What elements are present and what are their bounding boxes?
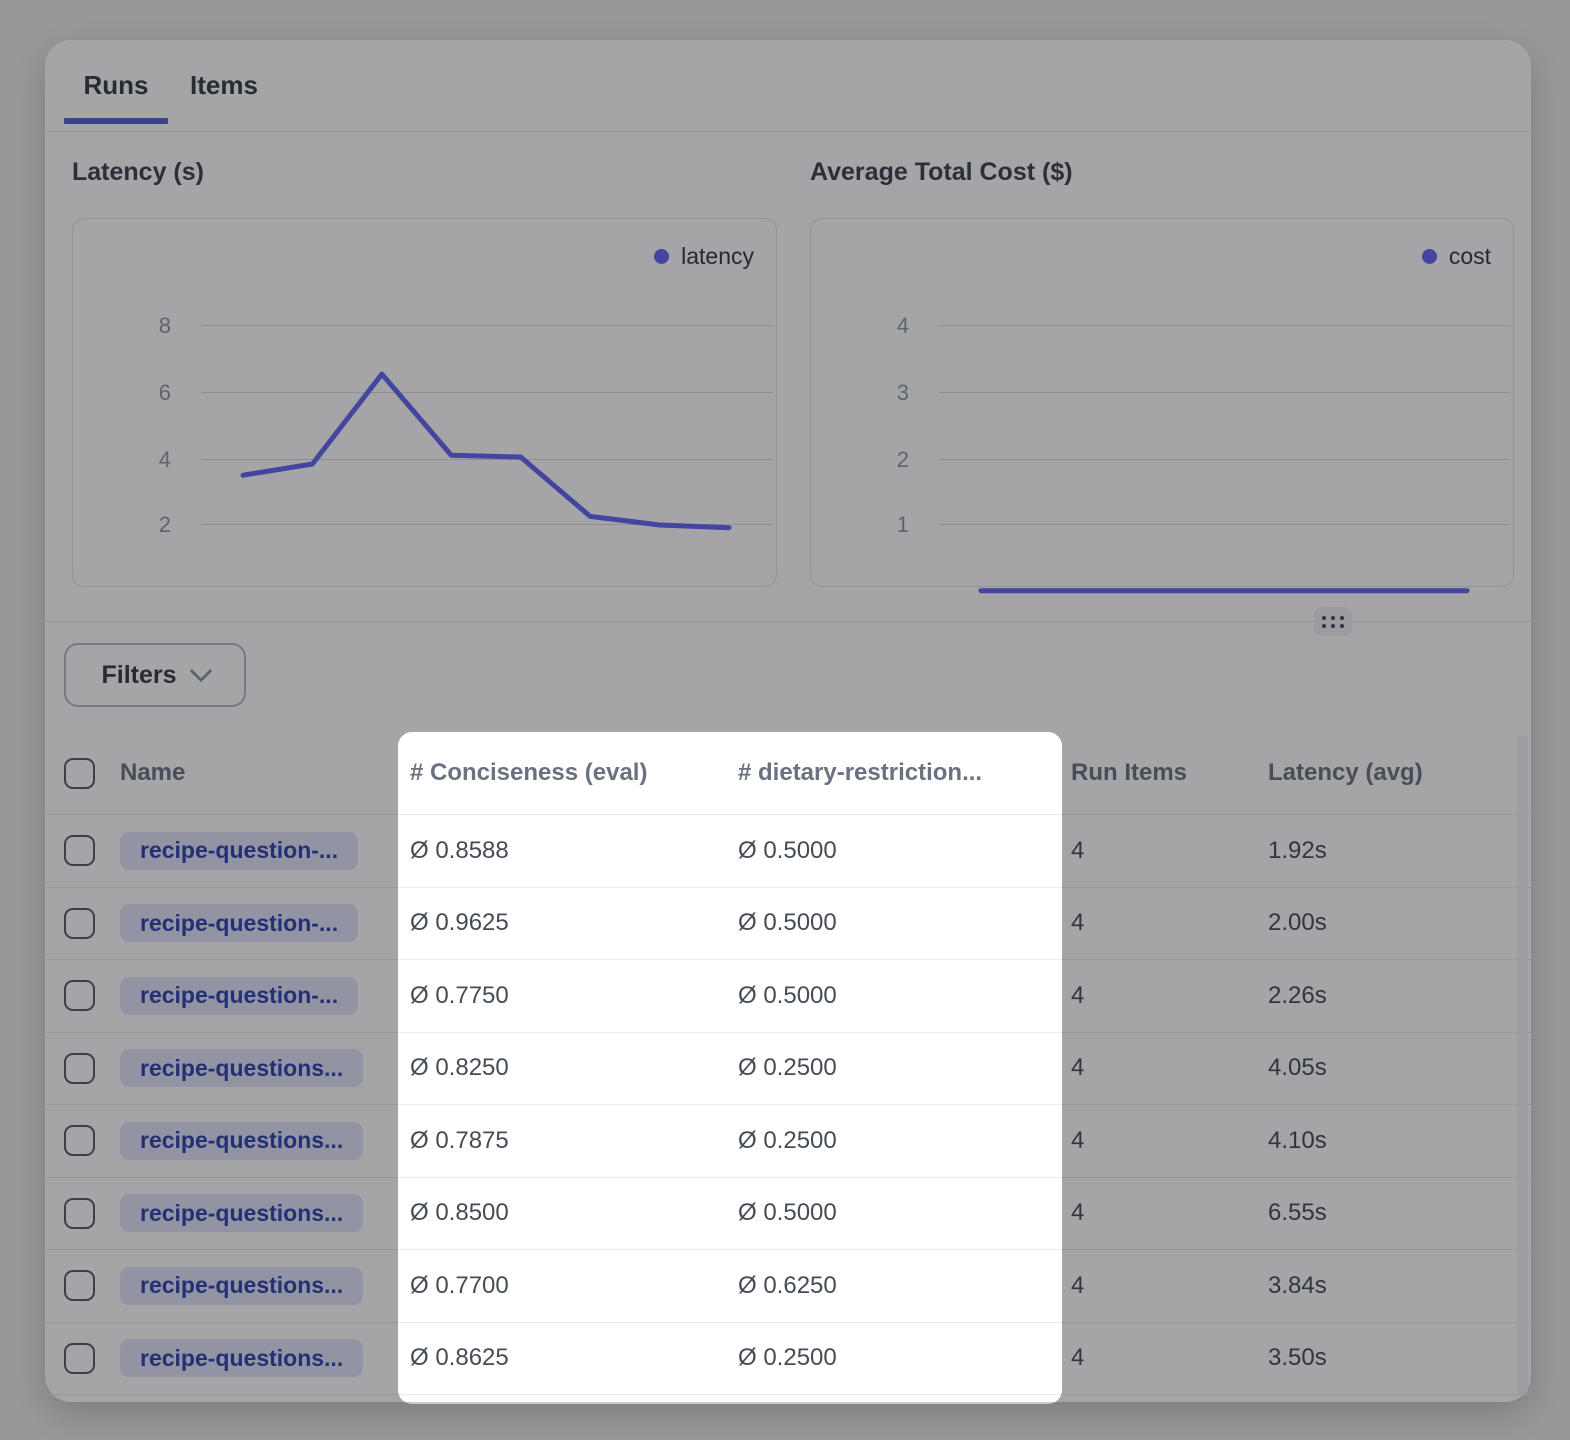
cost-line-chart: 4321cost bbox=[810, 218, 1514, 587]
run-name-badge[interactable]: recipe-question-... bbox=[120, 832, 358, 870]
row-checkbox[interactable] bbox=[64, 908, 95, 939]
latency-cell: 3.84s bbox=[1268, 1250, 1327, 1322]
section-splitter bbox=[45, 621, 1531, 622]
run-items-cell: 4 bbox=[1071, 960, 1084, 1032]
runs-dashboard-card: Runs Items Latency (s) Average Total Cos… bbox=[45, 40, 1531, 1402]
run-items-cell: 4 bbox=[1071, 1105, 1084, 1177]
latency-cell: 6.55s bbox=[1268, 1178, 1327, 1250]
run-items-cell: 4 bbox=[1071, 1323, 1084, 1395]
latency-cell: 4.10s bbox=[1268, 1105, 1327, 1177]
select-all-checkbox[interactable] bbox=[64, 758, 95, 789]
table-row[interactable]: recipe-questions... Ø 0.8250 Ø 0.2500 4 4.05… bbox=[45, 1033, 1531, 1106]
run-items-cell: 4 bbox=[1071, 888, 1084, 960]
dietary-cell: Ø 0.5000 bbox=[738, 960, 837, 1032]
row-checkbox[interactable] bbox=[64, 835, 95, 866]
checkbox-cell bbox=[64, 1178, 95, 1250]
dietary-cell: Ø 0.5000 bbox=[738, 888, 837, 960]
column-header-run-items[interactable]: Run Items bbox=[1071, 732, 1187, 814]
column-header-latency[interactable]: Latency (avg) bbox=[1268, 732, 1423, 814]
run-name-badge[interactable]: recipe-question-... bbox=[120, 904, 358, 942]
conciseness-cell: Ø 0.8250 bbox=[410, 1033, 509, 1105]
run-name-badge[interactable]: recipe-questions... bbox=[120, 1267, 363, 1305]
dietary-cell: Ø 0.2500 bbox=[738, 1033, 837, 1105]
vertical-scrollbar[interactable] bbox=[1517, 735, 1528, 1395]
name-cell: recipe-questions... bbox=[120, 1033, 363, 1105]
latency-line-chart: 8642latency bbox=[72, 218, 777, 587]
run-name-badge[interactable]: recipe-questions... bbox=[120, 1049, 363, 1087]
active-tab-underline bbox=[64, 118, 168, 124]
checkbox-cell bbox=[64, 1250, 95, 1322]
row-checkbox[interactable] bbox=[64, 980, 95, 1011]
table-row[interactable]: recipe-questions... Ø 0.8625 Ø 0.2500 4 3.50… bbox=[45, 1323, 1531, 1396]
name-cell: recipe-question-... bbox=[120, 888, 358, 960]
tab-items[interactable]: Items bbox=[185, 40, 263, 130]
name-cell: recipe-questions... bbox=[120, 1105, 363, 1177]
name-cell: recipe-questions... bbox=[120, 1178, 363, 1250]
row-checkbox[interactable] bbox=[64, 1198, 95, 1229]
run-items-cell: 4 bbox=[1071, 1033, 1084, 1105]
table-row[interactable]: recipe-questions... Ø 0.7700 Ø 0.6250 4 3.84… bbox=[45, 1250, 1531, 1323]
latency-cell: 4.05s bbox=[1268, 1033, 1327, 1105]
checkbox-cell bbox=[64, 888, 95, 960]
column-header-conciseness[interactable]: # Conciseness (eval) bbox=[410, 732, 647, 814]
conciseness-cell: Ø 0.7750 bbox=[410, 960, 509, 1032]
latency-series bbox=[73, 219, 776, 586]
column-header-name[interactable]: Name bbox=[120, 732, 185, 814]
checkbox-cell bbox=[64, 1323, 95, 1395]
conciseness-cell: Ø 0.8588 bbox=[410, 815, 509, 887]
conciseness-cell: Ø 0.8500 bbox=[410, 1178, 509, 1250]
name-cell: recipe-questions... bbox=[120, 1323, 363, 1395]
row-checkbox[interactable] bbox=[64, 1343, 95, 1374]
checkbox-cell bbox=[64, 815, 95, 887]
table-row[interactable]: recipe-questions... Ø 0.8500 Ø 0.5000 4 6.55… bbox=[45, 1178, 1531, 1251]
run-name-badge[interactable]: recipe-questions... bbox=[120, 1194, 363, 1232]
latency-cell: 2.00s bbox=[1268, 888, 1327, 960]
name-cell: recipe-question-... bbox=[120, 960, 358, 1032]
dietary-cell: Ø 0.5000 bbox=[738, 815, 837, 887]
latency-chart-title: Latency (s) bbox=[72, 158, 204, 187]
filters-button-label: Filters bbox=[101, 661, 176, 690]
row-checkbox[interactable] bbox=[64, 1125, 95, 1156]
conciseness-cell: Ø 0.8625 bbox=[410, 1323, 509, 1395]
tab-runs-label: Runs bbox=[84, 70, 149, 101]
run-items-cell: 4 bbox=[1071, 1178, 1084, 1250]
run-name-badge[interactable]: recipe-questions... bbox=[120, 1339, 363, 1377]
run-name-badge[interactable]: recipe-questions... bbox=[120, 1122, 363, 1160]
run-name-badge[interactable]: recipe-question-... bbox=[120, 977, 358, 1015]
cost-series bbox=[811, 219, 1513, 586]
tab-items-label: Items bbox=[190, 70, 258, 101]
dietary-cell: Ø 0.2500 bbox=[738, 1323, 837, 1395]
cost-chart-title: Average Total Cost ($) bbox=[810, 158, 1073, 187]
column-header-dietary[interactable]: # dietary-restriction... bbox=[738, 732, 982, 814]
checkbox-cell bbox=[64, 1033, 95, 1105]
table-row[interactable]: recipe-question-... Ø 0.7750 Ø 0.5000 4 2.26… bbox=[45, 960, 1531, 1033]
dietary-cell: Ø 0.2500 bbox=[738, 1105, 837, 1177]
table-row[interactable]: recipe-question-... Ø 0.9625 Ø 0.5000 4 2.00… bbox=[45, 888, 1531, 961]
tab-bar: Runs Items bbox=[45, 40, 1531, 132]
filters-button[interactable]: Filters bbox=[64, 643, 246, 707]
dietary-cell: Ø 0.6250 bbox=[738, 1250, 837, 1322]
chevron-down-icon bbox=[189, 660, 212, 683]
name-cell: recipe-questions... bbox=[120, 1250, 363, 1322]
dietary-cell: Ø 0.5000 bbox=[738, 1178, 837, 1250]
run-items-cell: 4 bbox=[1071, 1250, 1084, 1322]
conciseness-cell: Ø 0.7875 bbox=[410, 1105, 509, 1177]
drag-handle-icon[interactable] bbox=[1314, 607, 1352, 636]
checkbox-cell bbox=[64, 960, 95, 1032]
row-checkbox[interactable] bbox=[64, 1270, 95, 1301]
row-checkbox[interactable] bbox=[64, 1053, 95, 1084]
conciseness-cell: Ø 0.9625 bbox=[410, 888, 509, 960]
latency-cell: 1.92s bbox=[1268, 815, 1327, 887]
table-header: Name # Conciseness (eval) # dietary-rest… bbox=[45, 732, 1531, 815]
checkbox-cell bbox=[64, 1105, 95, 1177]
latency-cell: 3.50s bbox=[1268, 1323, 1327, 1395]
table-row[interactable]: recipe-question-... Ø 0.8588 Ø 0.5000 4 1.92… bbox=[45, 815, 1531, 888]
run-items-cell: 4 bbox=[1071, 815, 1084, 887]
name-cell: recipe-question-... bbox=[120, 815, 358, 887]
conciseness-cell: Ø 0.7700 bbox=[410, 1250, 509, 1322]
tab-runs[interactable]: Runs bbox=[64, 40, 168, 130]
table-row[interactable]: recipe-questions... Ø 0.7875 Ø 0.2500 4 4.10… bbox=[45, 1105, 1531, 1178]
grip-dots-icon bbox=[1322, 616, 1344, 628]
latency-cell: 2.26s bbox=[1268, 960, 1327, 1032]
